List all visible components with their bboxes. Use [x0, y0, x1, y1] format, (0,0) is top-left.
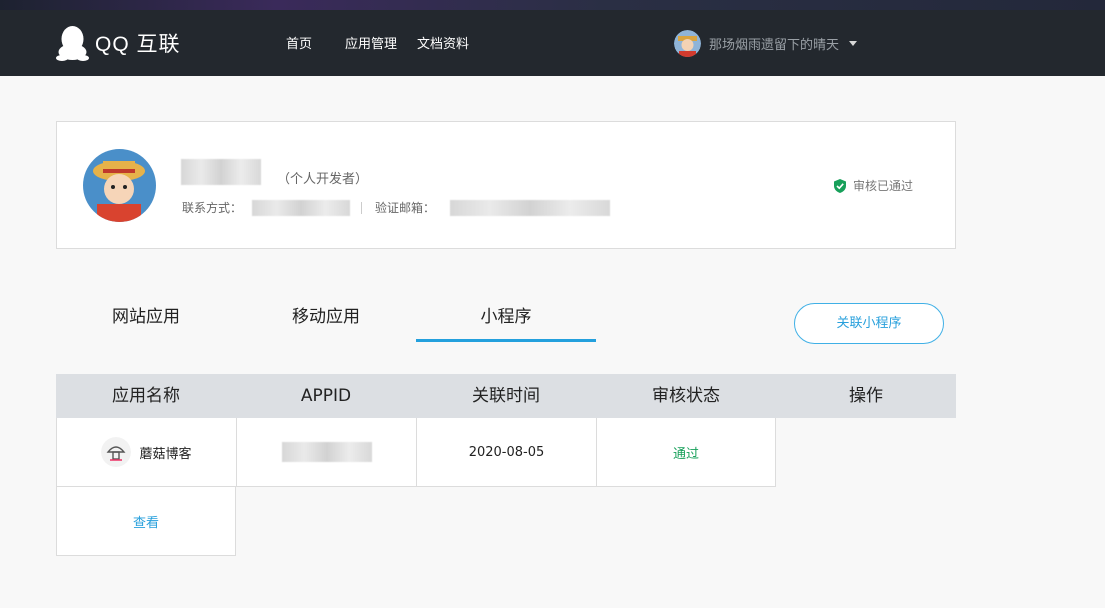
table-header: 应用名称 APPID 关联时间 审核状态 操作	[56, 374, 956, 418]
review-status-cell: 通过	[596, 418, 776, 487]
link-time: 2020-08-05	[468, 444, 545, 460]
review-status: 审核已通过	[833, 177, 913, 194]
app-name: 蘑菇博客	[139, 446, 192, 462]
app-name-cell: 蘑菇博客	[56, 418, 236, 487]
user-menu[interactable]: 那场烟雨遗留下的晴天	[674, 30, 858, 57]
developer-profile-card: （个人开发者） 联系方式： 验证邮箱： 审核已通过	[56, 121, 956, 249]
tab-mini-programs[interactable]: 小程序	[416, 292, 596, 342]
logo-text: QQ 互联	[95, 33, 181, 56]
column-header: APPID	[300, 386, 352, 406]
column-header: 关联时间	[472, 386, 540, 406]
top-navbar: QQ 互联 首页 应用管理 文档资料 那场烟雨遗留下的晴天	[0, 10, 1105, 76]
table-row: 蘑菇博客 2020-08-05 通过	[56, 418, 776, 487]
check-shield-icon	[834, 178, 846, 193]
user-name: 那场烟雨遗留下的晴天	[709, 38, 840, 53]
nav-documentation[interactable]: 文档资料	[417, 33, 469, 52]
window-top-strip	[0, 0, 1105, 10]
qq-connect-logo[interactable]: QQ 互联	[56, 24, 181, 62]
qq-penguin-icon	[56, 26, 89, 61]
link-mini-program-button[interactable]: 关联小程序	[794, 303, 944, 344]
developer-type: （个人开发者）	[277, 172, 369, 187]
view-link[interactable]: 查看	[133, 512, 159, 531]
mushroom-app-icon	[101, 437, 132, 467]
appid-cell	[236, 418, 416, 487]
column-header: 操作	[849, 386, 883, 406]
divider	[361, 202, 362, 214]
review-status-pass: 通过	[672, 446, 699, 462]
link-time-cell: 2020-08-05	[416, 418, 596, 487]
developer-avatar	[83, 149, 156, 222]
tab-website-apps[interactable]: 网站应用	[56, 292, 236, 342]
user-avatar	[674, 30, 701, 57]
contact-value-redacted	[252, 200, 350, 216]
column-header: 应用名称	[112, 386, 180, 406]
developer-name-redacted	[181, 159, 261, 185]
review-status-text: 审核已通过	[853, 179, 914, 193]
nav-home[interactable]: 首页	[286, 33, 312, 52]
email-value-redacted	[450, 200, 610, 216]
tab-mobile-apps[interactable]: 移动应用	[236, 292, 416, 342]
nav-app-management[interactable]: 应用管理	[345, 33, 397, 52]
column-header: 审核状态	[652, 386, 720, 406]
action-cell: 查看	[56, 487, 236, 556]
email-label: 验证邮箱：	[375, 201, 436, 215]
chevron-down-icon	[849, 41, 858, 46]
contact-label: 联系方式：	[182, 201, 243, 215]
appid-redacted	[281, 442, 372, 462]
